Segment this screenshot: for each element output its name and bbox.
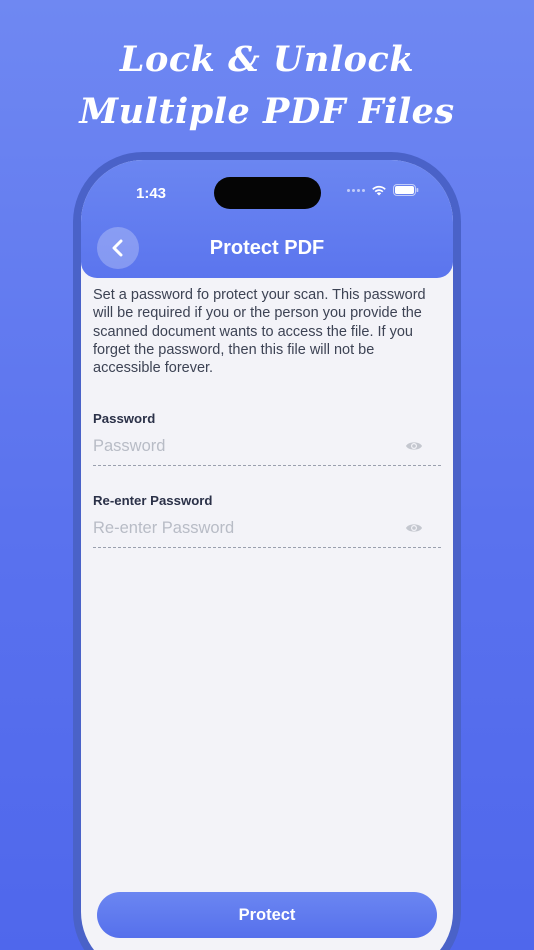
battery-icon bbox=[393, 184, 419, 196]
eye-icon[interactable] bbox=[405, 521, 423, 535]
password-row bbox=[93, 426, 441, 467]
reenter-password-row bbox=[93, 508, 441, 549]
form-content: Set a password fo protect your scan. Thi… bbox=[93, 286, 441, 549]
password-input[interactable] bbox=[93, 434, 393, 459]
password-label: Password bbox=[93, 411, 156, 427]
wifi-icon bbox=[372, 185, 386, 196]
promo-headline: Lock & Unlock Multiple PDF Files bbox=[0, 34, 534, 138]
phone-screen: 1:43 Protect PDF Set a password fo prote… bbox=[81, 160, 453, 950]
status-time: 1:43 bbox=[136, 185, 167, 202]
phone-frame: 1:43 Protect PDF Set a password fo prote… bbox=[73, 152, 461, 950]
page-title: Protect PDF bbox=[209, 237, 325, 259]
dynamic-island bbox=[214, 177, 321, 209]
signal-dots-icon bbox=[347, 188, 365, 192]
reenter-password-label: Re-enter Password bbox=[93, 493, 213, 509]
reenter-password-field-group: Re-enter Password bbox=[93, 493, 441, 549]
header-bar: 1:43 Protect PDF bbox=[81, 160, 453, 278]
promo-line-2: Multiple PDF Files bbox=[79, 91, 455, 132]
eye-icon[interactable] bbox=[405, 439, 423, 453]
promo-line-1: Lock & Unlock bbox=[119, 39, 415, 80]
reenter-password-input[interactable] bbox=[93, 516, 393, 541]
instructions-text: Set a password fo protect your scan. Thi… bbox=[93, 287, 426, 377]
password-field-group: Password bbox=[93, 411, 441, 467]
status-icons bbox=[347, 184, 419, 196]
protect-button[interactable]: Protect bbox=[97, 892, 437, 938]
